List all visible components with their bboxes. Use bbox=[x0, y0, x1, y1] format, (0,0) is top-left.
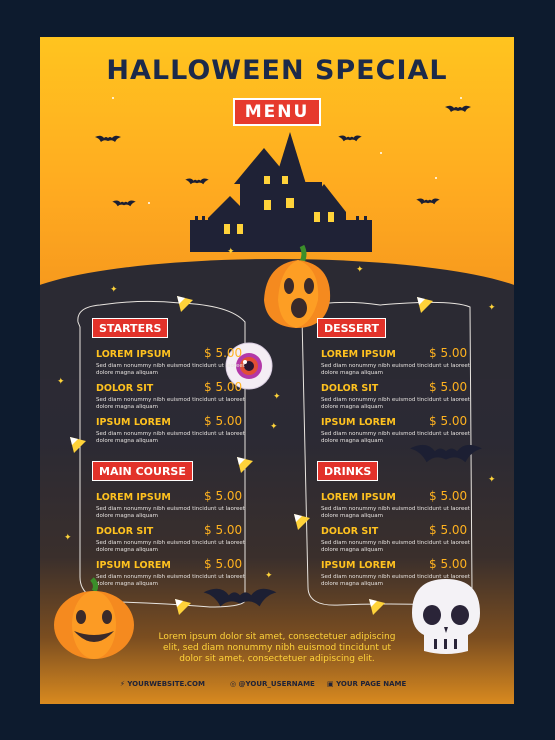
candy-corn-icon bbox=[294, 514, 310, 530]
item-price: $ 5.00 bbox=[204, 489, 243, 503]
main-course-heading: MAIN COURSE bbox=[92, 461, 193, 481]
item-price: $ 5.00 bbox=[204, 346, 243, 360]
item-description: Sed diam nonummy nibh euismod tincidunt … bbox=[96, 397, 245, 410]
star-icon: ✦ bbox=[265, 571, 273, 581]
item-price: $ 5.00 bbox=[204, 414, 243, 428]
menu-item: LOREM IPSUM $ 5.00 Sed diam nonummy nibh… bbox=[321, 489, 471, 520]
star-icon: ✦ bbox=[488, 303, 496, 313]
star-icon: ✦ bbox=[356, 265, 364, 275]
menu-item: DOLOR SIT $ 5.00 Sed diam nonummy nibh e… bbox=[96, 523, 246, 554]
menu-item: LOREM IPSUM $ 5.00 Sed diam nonummy nibh… bbox=[321, 346, 471, 377]
item-price: $ 5.00 bbox=[204, 380, 243, 394]
item-price: $ 5.00 bbox=[429, 346, 468, 360]
item-price: $ 5.00 bbox=[429, 489, 468, 503]
menu-item: DOLOR SIT $ 5.00 Sed diam nonummy nibh e… bbox=[96, 380, 246, 411]
item-price: $ 5.00 bbox=[429, 557, 468, 571]
menu-item: LOREM IPSUM $ 5.00 Sed diam nonummy nibh… bbox=[96, 489, 246, 520]
candy-corn-icon bbox=[417, 297, 433, 313]
item-description: Sed diam nonummy nibh euismod tincidunt … bbox=[321, 397, 470, 410]
footer-line: elit, sed diam nonummy nibh euismod tinc… bbox=[163, 643, 391, 653]
item-price: $ 5.00 bbox=[204, 557, 243, 571]
drinks-heading: DRINKS bbox=[317, 461, 379, 481]
menu-item: IPSUM LOREM $ 5.00 Sed diam nonummy nibh… bbox=[96, 414, 246, 445]
instagram-icon: ◎ bbox=[230, 680, 237, 688]
menu-poster: HALLOWEEN SPECIAL MENU ✦ ✦ ✦ ✦ ✦ ✦ ✦ ✦ ✦… bbox=[40, 37, 514, 704]
facebook-link[interactable]: ▣ YOUR PAGE NAME bbox=[327, 680, 406, 688]
item-price: $ 5.00 bbox=[429, 523, 468, 537]
item-description: Sed diam nonummy nibh euismod tincidunt … bbox=[321, 540, 470, 553]
item-price: $ 5.00 bbox=[204, 523, 243, 537]
website-text: YOURWEBSITE.COM bbox=[127, 680, 205, 688]
footer-line: Lorem ipsum dolor sit amet, consectetuer… bbox=[158, 632, 396, 642]
star-icon: ✦ bbox=[110, 285, 118, 295]
item-description: Sed diam nonummy nibh euismod tincidunt … bbox=[321, 506, 470, 519]
instagram-link[interactable]: ◎ @YOUR_USERNAME bbox=[230, 680, 315, 688]
item-description: Sed diam nonummy nibh euismod tincidunt … bbox=[96, 431, 245, 444]
page-name-text: YOUR PAGE NAME bbox=[336, 680, 407, 688]
item-description: Sed diam nonummy nibh euismod tincidunt … bbox=[321, 431, 470, 444]
star-icon: ✦ bbox=[273, 392, 281, 402]
username-text: @YOUR_USERNAME bbox=[238, 680, 315, 688]
star-icon: ✦ bbox=[64, 533, 72, 543]
candy-corn-icon bbox=[237, 457, 253, 473]
candy-corn-icon bbox=[177, 296, 193, 312]
candy-corn-icon bbox=[70, 437, 86, 453]
starters-heading: STARTERS bbox=[92, 318, 169, 338]
star-icon: ✦ bbox=[57, 377, 65, 387]
dessert-heading: DESSERT bbox=[317, 318, 386, 338]
star-icon: ✦ bbox=[227, 247, 235, 257]
star-icon: ✦ bbox=[270, 422, 278, 432]
menu-item: DOLOR SIT $ 5.00 Sed diam nonummy nibh e… bbox=[321, 523, 471, 554]
globe-icon: ⚡ bbox=[120, 680, 125, 688]
star-icon: ✦ bbox=[488, 475, 496, 485]
item-price: $ 5.00 bbox=[429, 380, 468, 394]
menu-item: IPSUM LOREM $ 5.00 Sed diam nonummy nibh… bbox=[321, 414, 471, 445]
facebook-icon: ▣ bbox=[327, 680, 334, 688]
menu-item: LOREM IPSUM $ 5.00 Sed diam nonummy nibh… bbox=[96, 346, 246, 377]
website-link[interactable]: ⚡ YOURWEBSITE.COM bbox=[120, 680, 205, 688]
item-description: Sed diam nonummy nibh euismod tincidunt … bbox=[96, 540, 245, 553]
pumpkin-icon bbox=[264, 244, 331, 328]
bat-icon bbox=[203, 588, 277, 607]
item-description: Sed diam nonummy nibh euismod tincidunt … bbox=[96, 363, 245, 376]
menu-item: DOLOR SIT $ 5.00 Sed diam nonummy nibh e… bbox=[321, 380, 471, 411]
item-description: Sed diam nonummy nibh euismod tincidunt … bbox=[321, 363, 470, 376]
footer-description: Lorem ipsum dolor sit amet, consectetuer… bbox=[40, 632, 514, 665]
candy-corn-icon bbox=[369, 599, 385, 615]
candy-corn-icon bbox=[175, 599, 191, 615]
footer-line: dolor sit amet, consectetuer adipiscing … bbox=[179, 654, 375, 664]
item-description: Sed diam nonummy nibh euismod tincidunt … bbox=[96, 506, 245, 519]
item-price: $ 5.00 bbox=[429, 414, 468, 428]
